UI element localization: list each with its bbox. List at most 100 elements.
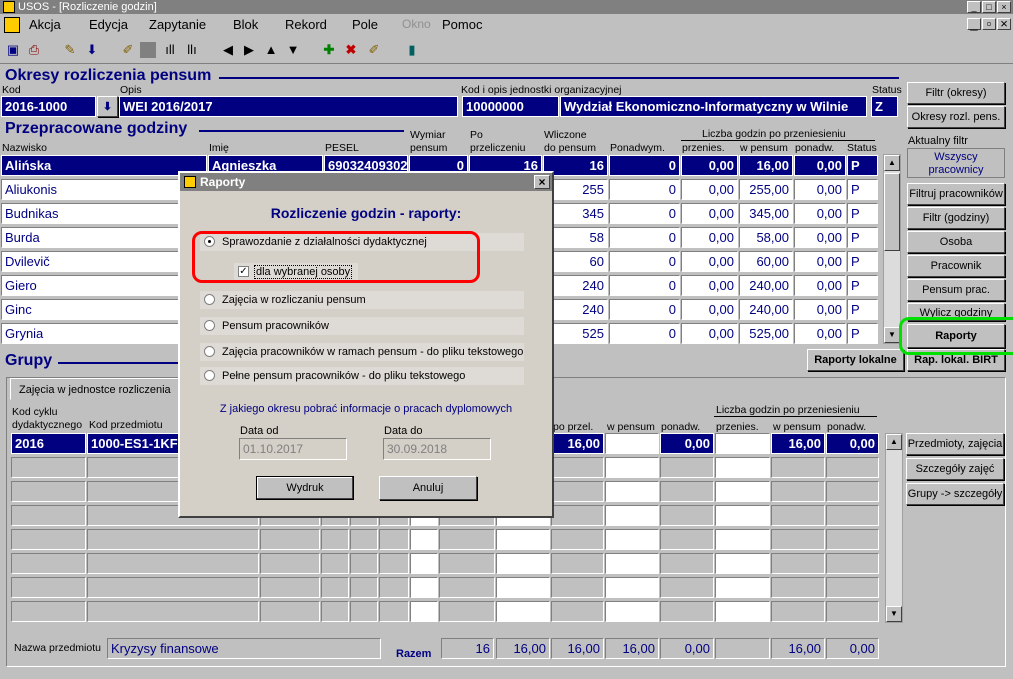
cell-st[interactable]: P	[847, 203, 878, 224]
menu-blok[interactable]: Blok	[233, 17, 258, 32]
grupy-cell-przen[interactable]	[715, 577, 770, 598]
cell-nazwisko[interactable]: Ginc	[1, 299, 207, 320]
cell-nazwisko[interactable]: Grynia	[1, 323, 207, 344]
cell-pw[interactable]: 0,00	[794, 179, 846, 200]
grupy-cell-ponadw[interactable]	[660, 529, 714, 550]
grupy-cell-c4[interactable]	[321, 553, 349, 574]
radio-pelne[interactable]	[204, 370, 215, 381]
grupy-cell-c5[interactable]	[350, 601, 378, 622]
grupy-cell-przen[interactable]	[715, 481, 770, 502]
grupy-cell-przen[interactable]	[715, 529, 770, 550]
cell-wp[interactable]: 60,00	[739, 251, 793, 272]
grupy-cell-wpensum[interactable]	[605, 577, 659, 598]
cell-wp[interactable]: 58,00	[739, 227, 793, 248]
maximize-button[interactable]: □	[982, 1, 996, 13]
grupy-cell-ponadw2[interactable]	[826, 529, 879, 550]
grupy-cell-wpensum[interactable]	[605, 481, 659, 502]
cell-wp[interactable]: 525,00	[739, 323, 793, 344]
edit-icon[interactable]: ✎	[62, 42, 78, 58]
cell-przen[interactable]: 0,00	[681, 179, 738, 200]
grupy-cell-c3[interactable]	[260, 553, 320, 574]
cell-wp[interactable]: 240,00	[739, 299, 793, 320]
scroll-down-arrow[interactable]: ▼	[884, 327, 900, 343]
data-do-field[interactable]: 30.09.2018	[383, 438, 491, 460]
grupy-cell-przen[interactable]	[715, 553, 770, 574]
grupy-cell-cykl[interactable]	[11, 577, 86, 598]
grupy-cell-po_przel[interactable]	[551, 577, 604, 598]
query-enter-icon[interactable]: ✐	[120, 42, 136, 58]
bars-icon[interactable]: ıll	[162, 42, 178, 58]
dialog-close-button[interactable]: ×	[534, 175, 550, 189]
cell-przen[interactable]: 0,00	[681, 323, 738, 344]
menu-pomoc[interactable]: Pomoc	[442, 17, 482, 32]
cell-ponad[interactable]: 0	[609, 323, 680, 344]
grupy-scrollbar[interactable]: ▲ ▼	[885, 433, 903, 623]
grupy-cell-po_przel[interactable]	[551, 505, 604, 526]
grupy-cell-wpensum[interactable]	[605, 553, 659, 574]
grupy-cell-c7[interactable]	[410, 601, 438, 622]
cell-st[interactable]: P	[847, 227, 878, 248]
grupy-cell-wpensum[interactable]	[605, 601, 659, 622]
osoba-button[interactable]: Osoba	[907, 231, 1005, 253]
grupy-cell-ponadw[interactable]	[660, 481, 714, 502]
grupy-cell-po_przel[interactable]: 16,00	[551, 433, 604, 454]
cell-przen[interactable]: 0,00	[681, 251, 738, 272]
cell-st[interactable]: P	[847, 323, 878, 344]
menu-pole[interactable]: Pole	[352, 17, 378, 32]
grupy-cell-ponadw[interactable]	[660, 457, 714, 478]
status-field[interactable]: Z	[871, 96, 898, 117]
cell-wp[interactable]: 16,00	[739, 155, 793, 176]
download-icon[interactable]: ⬇	[84, 42, 100, 58]
doc-close-button[interactable]: ×	[997, 17, 1011, 30]
opis-field[interactable]: WEI 2016/2017	[119, 96, 458, 117]
grupy-cell-ponadw2[interactable]	[826, 577, 879, 598]
grupy-cell-c8[interactable]	[439, 529, 495, 550]
save-icon[interactable]: ▣	[5, 42, 21, 58]
cell-pw[interactable]: 0,00	[794, 155, 846, 176]
grupy-cell-c8[interactable]	[439, 553, 495, 574]
menu-rekord[interactable]: Rekord	[285, 17, 327, 32]
close-window-button[interactable]: ×	[997, 1, 1011, 13]
radio-zajecia[interactable]	[204, 294, 215, 305]
grupy-cell-przen[interactable]	[715, 433, 770, 454]
godziny-scrollbar[interactable]: ▲ ▼	[883, 154, 901, 344]
grupy-cell-c7[interactable]	[410, 577, 438, 598]
grupy-cell-cykl[interactable]	[11, 481, 86, 502]
grupy-cell-wpensum2[interactable]	[771, 481, 825, 502]
radio-pensum[interactable]	[204, 320, 215, 331]
cell-nazwisko[interactable]: Alińska	[1, 155, 207, 176]
grupy-cell-wpensum2[interactable]	[771, 529, 825, 550]
cell-nazwisko[interactable]: Burda	[1, 227, 207, 248]
szczegoly-zajec-button[interactable]: Szczegóły zajęć	[906, 458, 1004, 480]
grupy-cell-po_przel[interactable]	[551, 601, 604, 622]
grupy-cell-po_przel[interactable]	[551, 481, 604, 502]
grupy-cell-wpensum2[interactable]: 16,00	[771, 433, 825, 454]
grupy-cell-wpensum2[interactable]	[771, 601, 825, 622]
query-run-icon[interactable]	[140, 42, 156, 58]
okresy-rozl-button[interactable]: Okresy rozl. pens.	[907, 106, 1005, 128]
cell-pw[interactable]: 0,00	[794, 227, 846, 248]
grupy-cell-cykl[interactable]	[11, 553, 86, 574]
grupy-cell-ponadw2[interactable]	[826, 601, 879, 622]
grupy-cell-wpensum2[interactable]	[771, 505, 825, 526]
anuluj-button[interactable]: Anuluj	[379, 476, 477, 500]
grupy-cell-przen[interactable]	[715, 505, 770, 526]
option-sprawozdanie[interactable]: Sprawozdanie z działalności dydaktycznej	[200, 233, 524, 251]
grupy-cell-c3[interactable]	[260, 529, 320, 550]
grupy-cell-c3[interactable]	[260, 601, 320, 622]
cell-ponad[interactable]: 0	[609, 155, 680, 176]
cell-st[interactable]: P	[847, 179, 878, 200]
raporty-lokalne-button[interactable]: Raporty lokalne	[807, 349, 904, 371]
filtr-godziny-button[interactable]: Filtr (godziny)	[907, 207, 1005, 229]
grupy-cell-ponadw[interactable]: 0,00	[660, 433, 714, 454]
cell-nazwisko[interactable]: Giero	[1, 275, 207, 296]
cell-wp[interactable]: 240,00	[739, 275, 793, 296]
option-pensum[interactable]: Pensum pracowników	[200, 317, 524, 335]
nazwa-przedmiotu-field[interactable]: Kryzysy finansowe	[107, 638, 381, 659]
grupy-cell-wpensum[interactable]	[605, 529, 659, 550]
grupy-cell-wpensum2[interactable]	[771, 457, 825, 478]
cell-ponad[interactable]: 0	[609, 227, 680, 248]
radio-sprawozdanie[interactable]	[204, 236, 215, 247]
grupy-cell-c8[interactable]	[439, 601, 495, 622]
grupy-cell-przedm[interactable]	[87, 577, 259, 598]
